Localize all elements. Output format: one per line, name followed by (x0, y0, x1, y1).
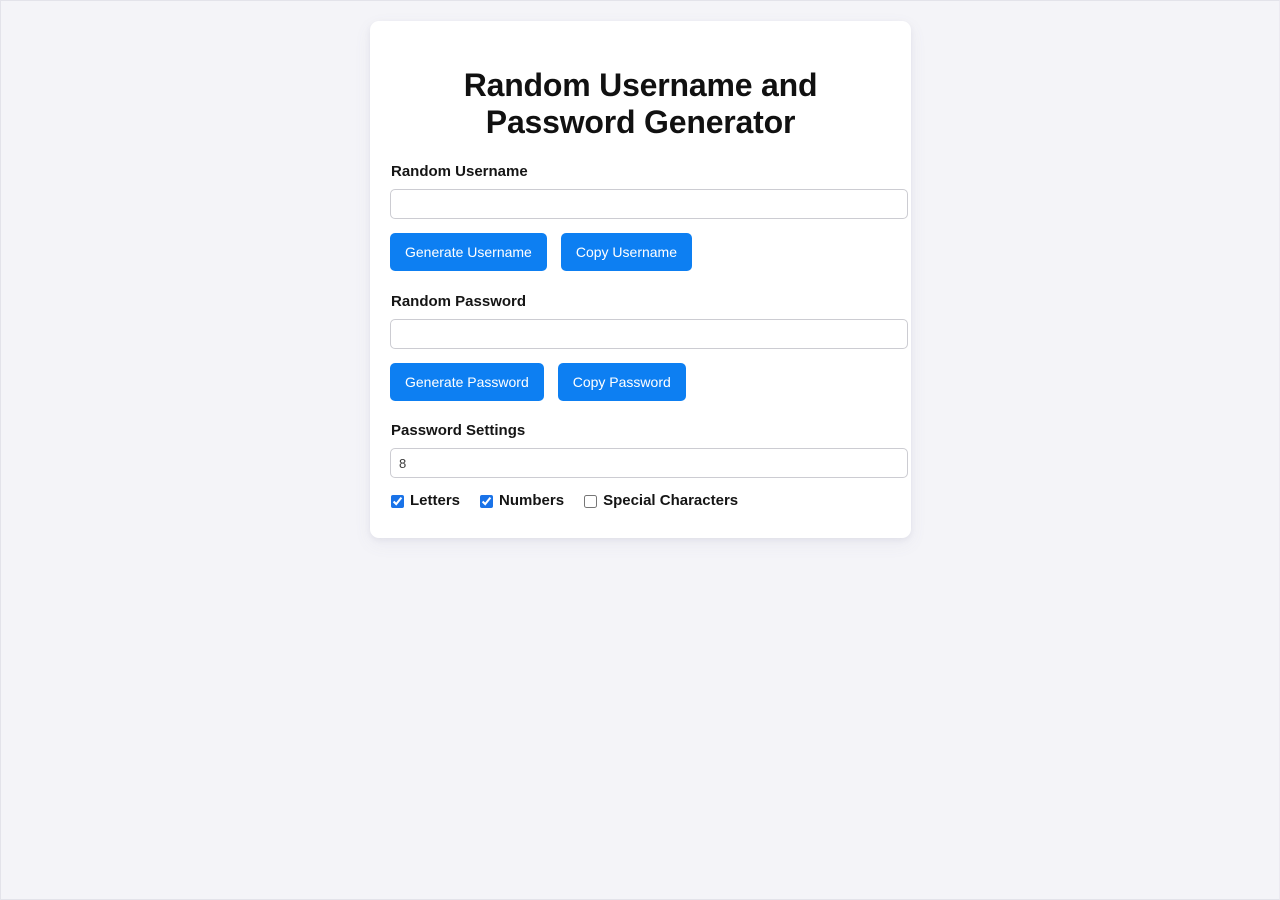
username-input[interactable] (390, 189, 908, 219)
password-options-row: Letters Numbers Special Characters (390, 492, 891, 510)
username-section: Random Username Generate Username Copy U… (390, 163, 908, 271)
numbers-checkbox[interactable] (480, 494, 494, 508)
numbers-label[interactable]: Numbers (499, 492, 564, 510)
password-section: Random Password Generate Password Copy P… (390, 293, 908, 401)
generate-password-button[interactable]: Generate Password (390, 363, 544, 401)
password-length-input[interactable] (390, 448, 908, 478)
username-button-row: Generate Username Copy Username (390, 233, 891, 271)
settings-label: Password Settings (391, 422, 526, 439)
settings-section: Password Settings Letters Numbers Specia… (390, 422, 908, 510)
password-label: Random Password (391, 293, 527, 310)
option-special-characters[interactable]: Special Characters (584, 492, 738, 510)
username-label: Random Username (391, 163, 528, 180)
page-title: Random Username and Password Generator (463, 67, 818, 140)
letters-label[interactable]: Letters (410, 492, 460, 510)
page-viewport: Random Username and Password Generator R… (1, 1, 1279, 899)
copy-password-button[interactable]: Copy Password (557, 363, 686, 401)
letters-checkbox[interactable] (391, 494, 404, 508)
copy-username-button[interactable]: Copy Username (560, 233, 692, 271)
special-characters-checkbox[interactable] (584, 494, 598, 508)
password-button-row: Generate Password Copy Password (390, 363, 891, 401)
option-numbers[interactable]: Numbers (480, 492, 564, 510)
generate-username-button[interactable]: Generate Username (390, 233, 547, 271)
special-characters-label[interactable]: Special Characters (603, 492, 738, 510)
generator-card: Random Username and Password Generator R… (370, 21, 911, 538)
option-letters[interactable]: Letters (391, 492, 460, 510)
password-input[interactable] (390, 319, 908, 349)
